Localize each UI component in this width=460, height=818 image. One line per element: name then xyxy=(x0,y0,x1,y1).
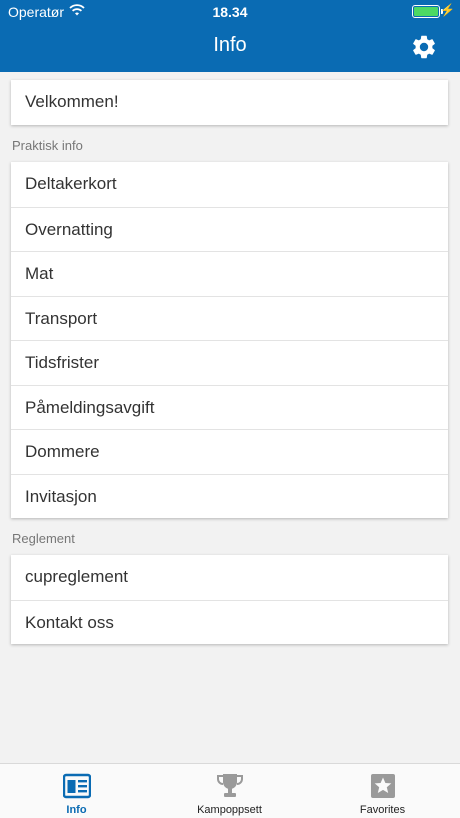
clock: 18.34 xyxy=(212,4,248,20)
welcome-card: Velkommen! xyxy=(11,80,448,125)
list-item-mat[interactable]: Mat xyxy=(11,251,448,296)
section-header-practical: Praktisk info xyxy=(12,138,83,153)
tab-favorites[interactable]: Favorites xyxy=(306,764,459,818)
list-item-cupreglement[interactable]: cupreglement xyxy=(11,555,448,600)
list-item-kontakt-oss[interactable]: Kontakt oss xyxy=(11,599,448,645)
star-icon xyxy=(370,774,395,798)
tab-favorites-label: Favorites xyxy=(359,804,406,816)
list-item-overnatting[interactable]: Overnatting xyxy=(11,206,448,252)
tab-info[interactable]: Info xyxy=(0,764,153,818)
gear-icon[interactable] xyxy=(410,33,438,61)
list-item-invitasjon[interactable]: Invitasjon xyxy=(11,473,448,519)
list-item-pameldingsavgift[interactable]: Påmeldingsavgift xyxy=(11,384,448,430)
tab-kampoppsett-label: Kampoppsett xyxy=(197,804,262,816)
charging-bolt-icon: ⚡ xyxy=(440,3,455,17)
list-item-deltakerkort[interactable]: Deltakerkort xyxy=(11,162,448,207)
welcome-item[interactable]: Velkommen! xyxy=(11,80,448,125)
practical-info-list: Deltakerkort Overnatting Mat Transport T… xyxy=(11,162,448,518)
list-item-transport[interactable]: Transport xyxy=(11,295,448,341)
tab-kampoppsett[interactable]: Kampoppsett xyxy=(153,764,306,818)
section-header-rules: Reglement xyxy=(12,531,75,546)
newspaper-icon xyxy=(62,773,91,799)
top-bar: Operatør 18.34 ⚡ Info xyxy=(0,0,460,72)
tab-bar: Info Kampoppsett Favorites xyxy=(0,763,460,818)
list-item-dommere[interactable]: Dommere xyxy=(11,429,448,474)
page-title: Info xyxy=(213,34,247,56)
tab-info-label: Info xyxy=(66,804,87,816)
battery-icon xyxy=(412,5,440,18)
rules-list: cupreglement Kontakt oss xyxy=(11,555,448,644)
status-bar: Operatør 18.34 ⚡ xyxy=(0,0,460,24)
trophy-icon xyxy=(216,774,243,797)
list-item-tidsfrister[interactable]: Tidsfrister xyxy=(11,340,448,385)
